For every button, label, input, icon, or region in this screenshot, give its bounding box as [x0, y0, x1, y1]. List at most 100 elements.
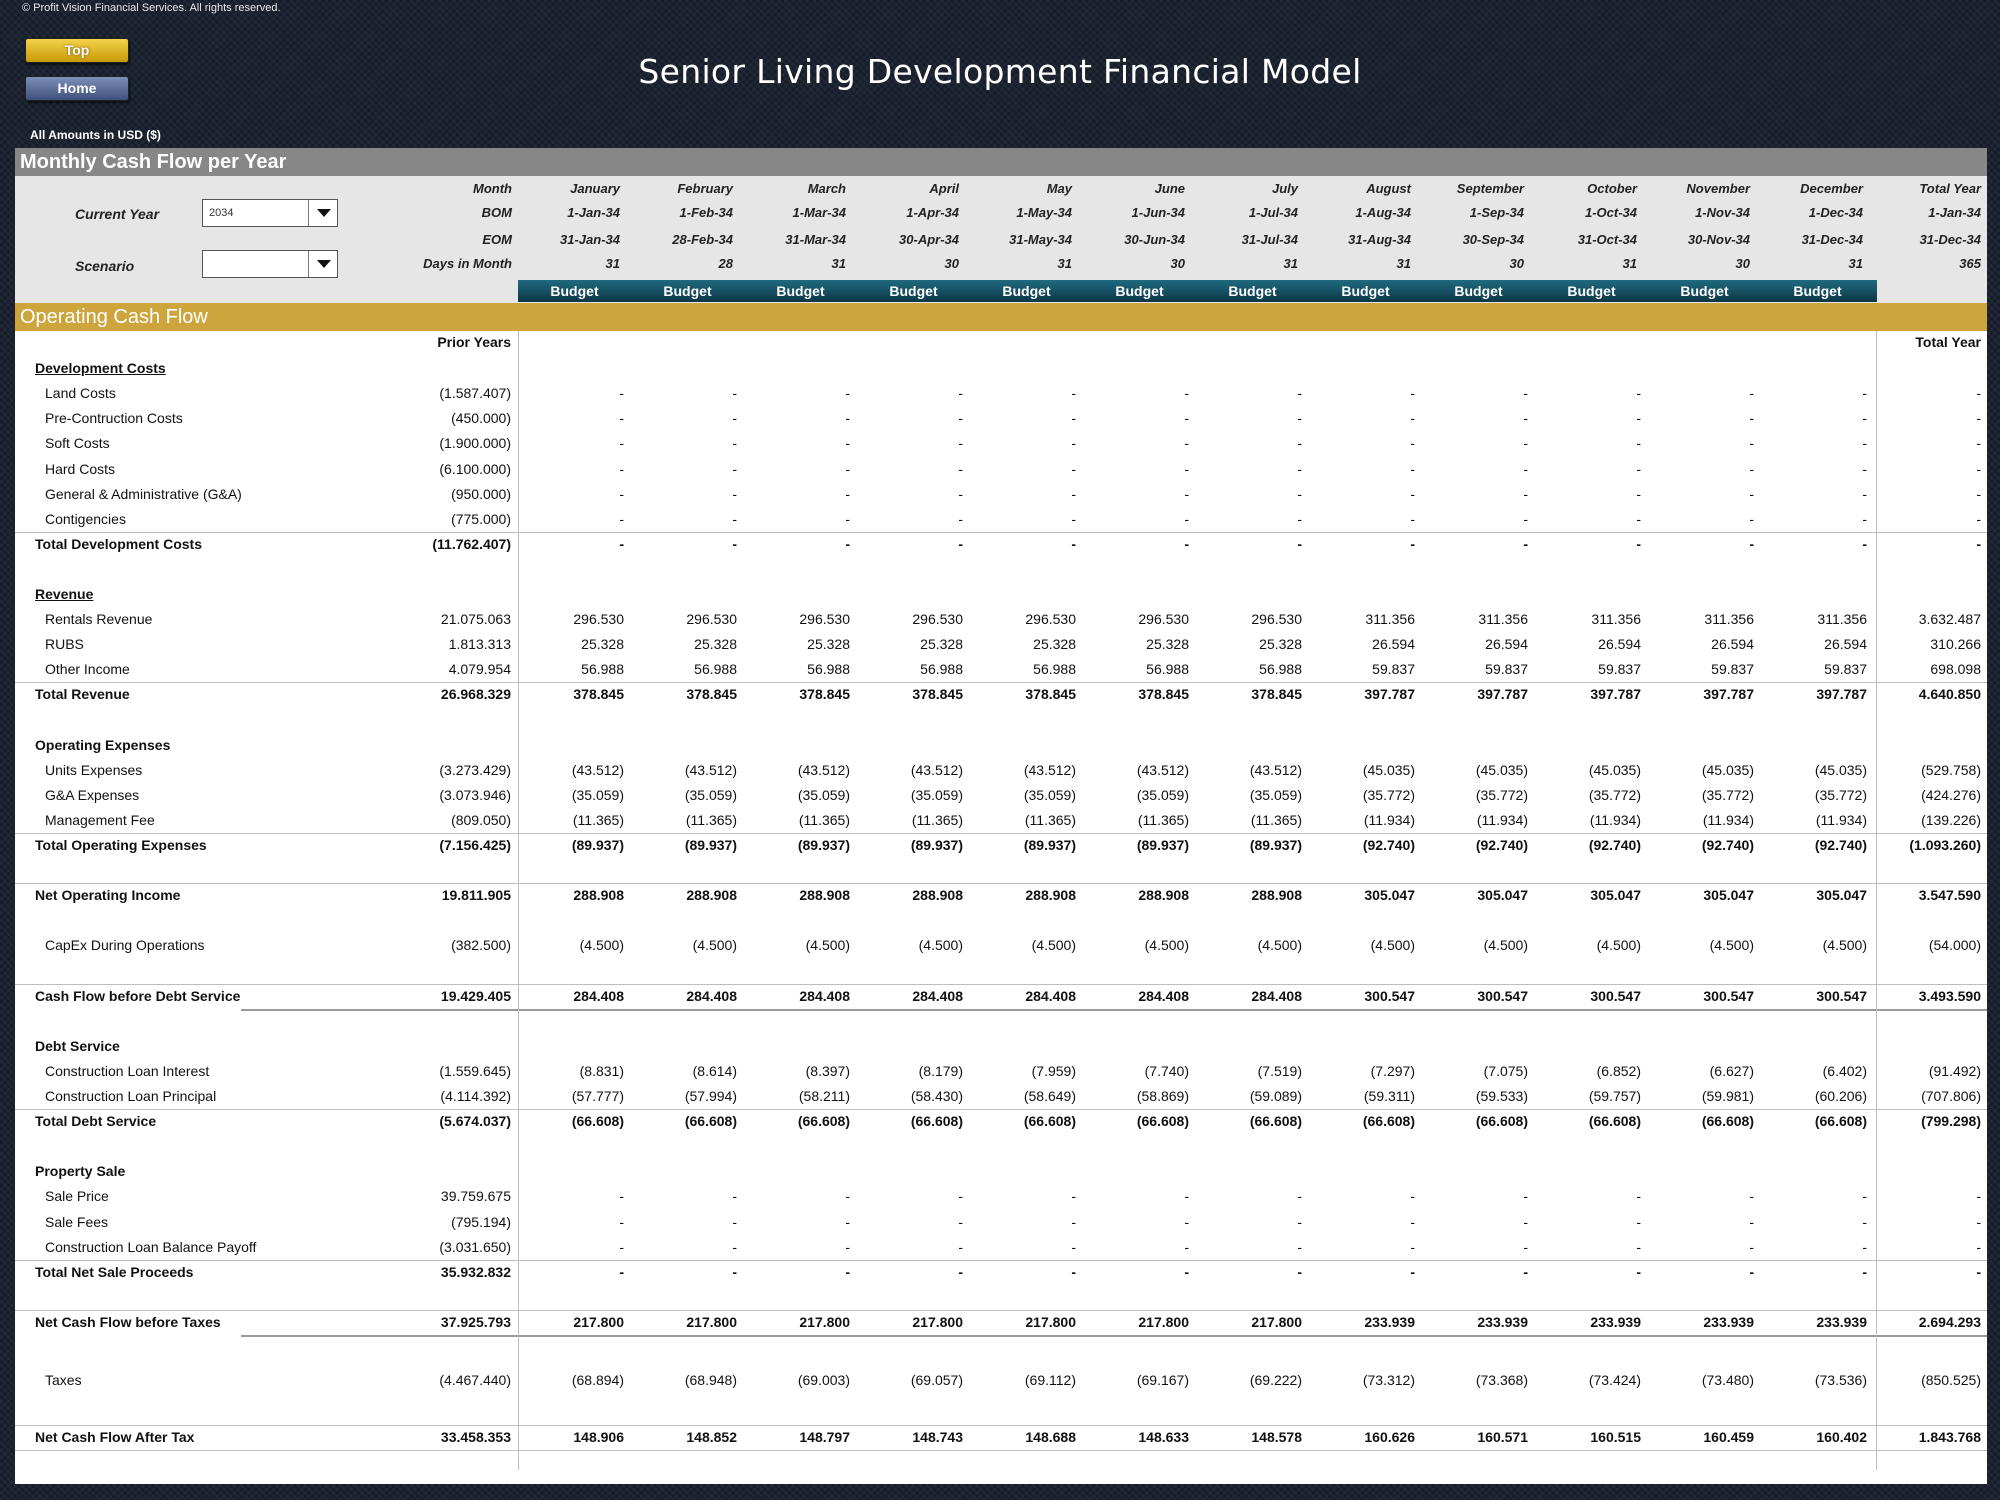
month-value: 378.845: [1251, 686, 1302, 703]
month-value: 378.845: [912, 686, 963, 703]
month-value: 305.047: [1364, 887, 1415, 904]
month-value: -: [732, 435, 737, 452]
month-value: (45.035): [1588, 761, 1641, 778]
month-value: -: [845, 385, 850, 402]
month-value: -: [845, 485, 850, 502]
current-year-dropdown[interactable]: 2034: [202, 199, 338, 227]
row-label: Contigencies: [45, 510, 126, 527]
scenario-label: Scenario: [75, 258, 135, 274]
month-value: 305.047: [1477, 887, 1528, 904]
header-month-name: October: [1587, 181, 1637, 196]
month-value: 148.578: [1251, 1429, 1302, 1446]
month-value: 233.939: [1590, 1313, 1641, 1330]
month-value: (11.365): [798, 811, 850, 828]
header-month-name: July: [1271, 181, 1298, 196]
month-value: 378.845: [573, 686, 624, 703]
month-value: -: [1410, 1238, 1415, 1255]
month-value: 305.047: [1816, 887, 1867, 904]
chevron-down-icon[interactable]: [308, 251, 337, 277]
header-month-days: 30: [944, 256, 959, 271]
month-value: -: [1862, 1263, 1867, 1280]
month-value: -: [732, 535, 737, 552]
header-month-bom: 1-Nov-34: [1695, 205, 1750, 220]
month-value: 233.939: [1477, 1313, 1528, 1330]
month-value: (73.536): [1814, 1371, 1867, 1388]
month-value: (69.167): [1136, 1371, 1189, 1388]
prior-years-value: (809.050): [451, 811, 511, 828]
month-value: -: [1297, 1263, 1302, 1280]
month-value: -: [1071, 385, 1076, 402]
month-value: -: [958, 1238, 963, 1255]
month-value: -: [619, 535, 624, 552]
month-value: -: [1184, 485, 1189, 502]
month-value: 217.800: [1251, 1313, 1302, 1330]
header-month-days: 31: [1283, 256, 1298, 271]
month-value: -: [1523, 1188, 1528, 1205]
month-value: -: [1184, 435, 1189, 452]
header-month-days: 30: [1509, 256, 1524, 271]
month-value: (4.500): [1144, 937, 1189, 954]
month-value: -: [619, 1238, 624, 1255]
month-value: (7.075): [1483, 1062, 1528, 1079]
row-separator: [15, 1309, 1987, 1311]
month-value: (66.608): [1249, 1113, 1302, 1130]
chevron-down-icon[interactable]: [308, 200, 337, 226]
month-value: (43.512): [1249, 761, 1302, 778]
row-label: Total Operating Expenses: [35, 837, 207, 854]
row-label: Units Expenses: [45, 761, 143, 778]
row-label: Net Cash Flow After Tax: [35, 1429, 195, 1446]
row-label: Operating Expenses: [35, 736, 171, 753]
month-value: (11.365): [1250, 811, 1302, 828]
month-value: (92.740): [1362, 837, 1415, 854]
month-value: (69.112): [1024, 1371, 1076, 1388]
month-value: (43.512): [684, 761, 737, 778]
prior-years-value: (4.114.392): [440, 1088, 511, 1105]
month-value: (89.937): [797, 837, 850, 854]
month-value: (66.608): [1023, 1113, 1076, 1130]
header-total-days: 365: [1959, 256, 1981, 271]
scenario-budget-label: Budget: [1454, 283, 1503, 299]
header-month-eom: 31-Jan-34: [560, 232, 620, 247]
month-value: (8.831): [579, 1062, 624, 1079]
prior-years-value: (950.000): [451, 485, 511, 502]
row-label: RUBS: [45, 636, 84, 653]
row-label: Pre-Contruction Costs: [45, 410, 183, 427]
month-value: (4.500): [1822, 937, 1867, 954]
total-year-value: -: [1976, 460, 1981, 477]
month-value: (7.740): [1144, 1062, 1189, 1079]
month-value: (35.059): [684, 786, 737, 803]
month-value: -: [1749, 410, 1754, 427]
header-month-days: 31: [1057, 256, 1072, 271]
header-month-bom: 1-Aug-34: [1355, 205, 1411, 220]
month-value: (35.059): [910, 786, 963, 803]
month-value: 148.797: [799, 1429, 850, 1446]
month-value: (59.089): [1249, 1088, 1302, 1105]
header-month-name: November: [1686, 181, 1750, 196]
month-value: (58.430): [910, 1088, 963, 1105]
month-value: 217.800: [573, 1313, 624, 1330]
month-value: (4.500): [579, 937, 624, 954]
header-row-label: BOM: [481, 205, 512, 220]
month-value: -: [1297, 1188, 1302, 1205]
prior-years-value: (11.762.407): [432, 535, 511, 552]
month-value: -: [958, 1263, 963, 1280]
header-month-bom: 1-Jan-34: [567, 205, 620, 220]
month-value: 305.047: [1590, 887, 1641, 904]
header-row-label: Month: [473, 181, 512, 196]
header-month-eom: 31-Jul-34: [1241, 232, 1298, 247]
prior-years-value: 37.925.793: [440, 1313, 511, 1330]
scenario-budget-label: Budget: [1567, 283, 1616, 299]
month-value: 59.837: [1485, 661, 1528, 678]
header-month-bom: 1-Dec-34: [1808, 205, 1863, 220]
month-value: -: [1862, 1213, 1867, 1230]
month-value: (4.500): [1596, 937, 1641, 954]
scenario-budget-label: Budget: [1002, 283, 1051, 299]
month-value: -: [1184, 1188, 1189, 1205]
row-separator: [15, 833, 1987, 834]
total-year-value: -: [1976, 410, 1981, 427]
header-month-days: 31: [1848, 256, 1863, 271]
month-value: -: [1523, 410, 1528, 427]
month-value: 217.800: [686, 1313, 737, 1330]
scenario-dropdown[interactable]: [202, 250, 338, 278]
month-value: 300.547: [1477, 987, 1528, 1004]
